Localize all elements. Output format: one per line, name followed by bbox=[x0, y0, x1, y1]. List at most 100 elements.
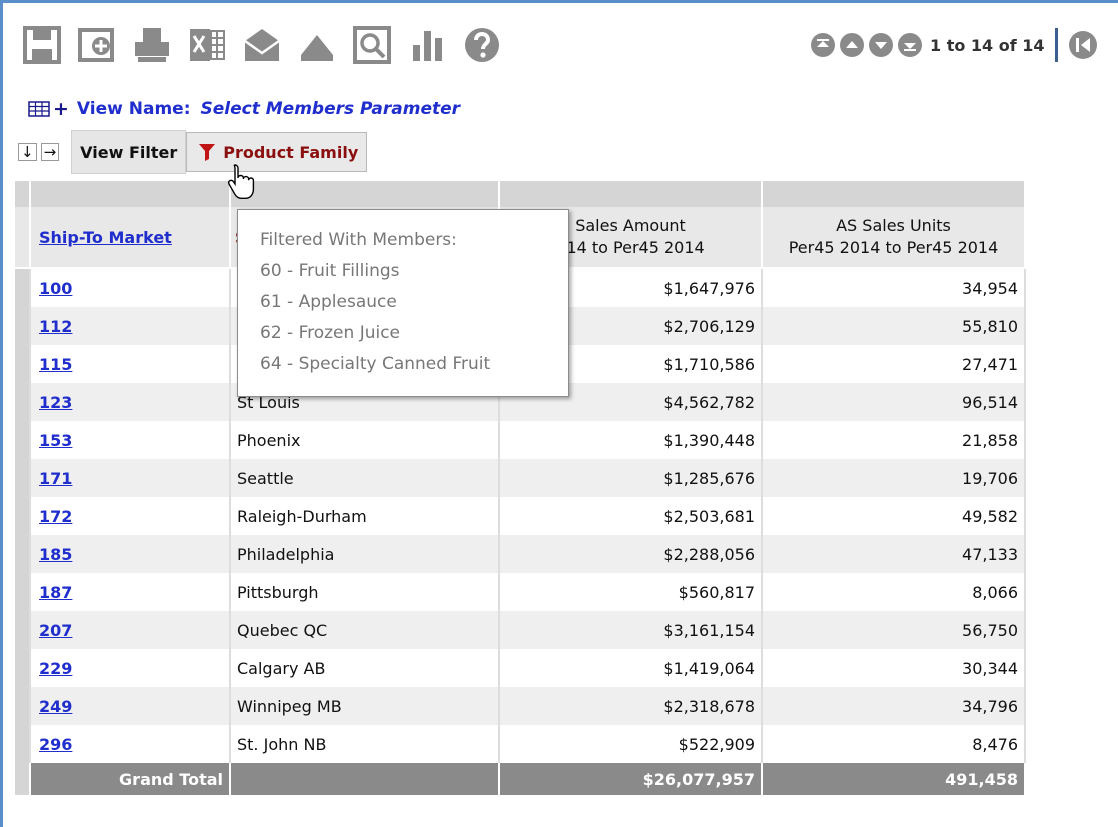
email-icon[interactable] bbox=[240, 24, 284, 66]
save-icon[interactable] bbox=[20, 24, 64, 66]
row-marker bbox=[15, 725, 31, 763]
column-bar-2[interactable] bbox=[230, 181, 500, 207]
tooltip-item: 61 - Applesauce bbox=[260, 292, 397, 312]
help-icon[interactable] bbox=[460, 24, 504, 66]
sales-units-cell: 96,514 bbox=[762, 383, 1026, 421]
sales-units-cell: 30,344 bbox=[762, 649, 1026, 687]
market-code-cell: 229 bbox=[30, 649, 231, 687]
ship-to-market-link[interactable]: Ship-To Market bbox=[39, 228, 172, 247]
sales-amount-cell: $2,288,056 bbox=[499, 535, 763, 573]
market-code-link[interactable]: 112 bbox=[39, 317, 72, 336]
market-code-cell: 153 bbox=[30, 421, 231, 459]
market-code-cell: 100 bbox=[30, 268, 231, 307]
sort-right-arrow-icon[interactable]: → bbox=[40, 143, 60, 161]
last-page-icon[interactable] bbox=[897, 32, 923, 58]
market-name-cell: Seattle bbox=[230, 459, 500, 497]
sort-down-arrow-icon[interactable]: ↓ bbox=[18, 143, 37, 161]
sales-units-cell: 49,582 bbox=[762, 497, 1026, 535]
sales-units-cell: 56,750 bbox=[762, 611, 1026, 649]
table-row: 153 Phoenix $1,390,448 21,858 bbox=[15, 421, 1026, 459]
preview-icon[interactable] bbox=[350, 24, 394, 66]
row-marker bbox=[15, 573, 31, 611]
grid-icon[interactable] bbox=[28, 101, 50, 117]
market-code-link[interactable]: 207 bbox=[39, 621, 72, 640]
view-filter-label: View Filter bbox=[80, 142, 178, 162]
chart-icon[interactable] bbox=[405, 24, 449, 66]
market-code-link[interactable]: 229 bbox=[39, 659, 72, 678]
sort-controls: ↓ → bbox=[18, 143, 63, 161]
table-row: 229 Calgary AB $1,419,064 30,344 bbox=[15, 649, 1026, 687]
add-view-icon[interactable] bbox=[75, 24, 119, 66]
view-filter-box: View Filter bbox=[71, 130, 187, 174]
row-marker bbox=[15, 459, 31, 497]
sales-amount-cell: $522,909 bbox=[499, 725, 763, 763]
tooltip-item: 62 - Frozen Juice bbox=[260, 323, 401, 343]
row-marker bbox=[15, 763, 31, 795]
print-icon[interactable] bbox=[130, 24, 174, 66]
header-sales-units: AS Sales Units Per45 2014 to Per45 2014 bbox=[762, 207, 1026, 269]
market-code-link[interactable]: 115 bbox=[39, 355, 72, 374]
sales-units-cell: 55,810 bbox=[762, 307, 1026, 345]
view-name-value: Select Members Parameter bbox=[200, 99, 461, 119]
market-code-link[interactable]: 172 bbox=[39, 507, 72, 526]
sales-units-cell: 27,471 bbox=[762, 345, 1026, 383]
sales-units-cell: 21,858 bbox=[762, 421, 1026, 459]
sales-amount-cell: $3,161,154 bbox=[499, 611, 763, 649]
market-code-cell: 172 bbox=[30, 497, 231, 535]
export-excel-icon[interactable] bbox=[185, 24, 229, 66]
first-page-icon[interactable] bbox=[810, 32, 836, 58]
sales-amount-cell: $560,817 bbox=[499, 573, 763, 611]
row-marker bbox=[15, 497, 31, 535]
table-row: 187 Pittsburgh $560,817 8,066 bbox=[15, 573, 1026, 611]
row-marker bbox=[15, 383, 31, 421]
market-code-link[interactable]: 187 bbox=[39, 583, 72, 602]
product-family-label: Product Family bbox=[223, 142, 359, 162]
filter-bar: ↓ → View Filter Product Family bbox=[18, 130, 368, 174]
prev-page-icon[interactable] bbox=[839, 32, 865, 58]
row-marker bbox=[15, 535, 31, 573]
table-row: 185 Philadelphia $2,288,056 47,133 bbox=[15, 535, 1026, 573]
sales-units-cell: 34,954 bbox=[762, 268, 1026, 307]
row-marker bbox=[15, 268, 31, 307]
column-bar-1[interactable] bbox=[30, 181, 231, 207]
market-code-cell: 185 bbox=[30, 535, 231, 573]
market-name-cell: Winnipeg MB bbox=[230, 687, 500, 725]
market-code-link[interactable]: 123 bbox=[39, 393, 72, 412]
market-code-link[interactable]: 100 bbox=[39, 279, 72, 298]
market-code-link[interactable]: 296 bbox=[39, 735, 72, 754]
market-code-link[interactable]: 185 bbox=[39, 545, 72, 564]
page-range-text: 1 to 14 of 14 bbox=[930, 35, 1045, 55]
grand-total-amount: $26,077,957 bbox=[499, 763, 763, 795]
row-marker bbox=[15, 611, 31, 649]
table-row: 171 Seattle $1,285,676 19,706 bbox=[15, 459, 1026, 497]
funnel-icon bbox=[199, 144, 216, 161]
row-marker bbox=[15, 421, 31, 459]
sales-units-cell: 8,476 bbox=[762, 725, 1026, 763]
column-bar-4[interactable] bbox=[762, 181, 1026, 207]
home-icon[interactable] bbox=[295, 24, 339, 66]
corner-cell bbox=[15, 181, 31, 207]
market-name-cell: Phoenix bbox=[230, 421, 500, 459]
expand-plus-icon[interactable]: + bbox=[53, 98, 69, 120]
tooltip-title: Filtered With Members: bbox=[260, 230, 457, 250]
product-family-filter-button[interactable]: Product Family bbox=[186, 132, 368, 172]
market-code-link[interactable]: 153 bbox=[39, 431, 72, 450]
sales-amount-cell: $2,318,678 bbox=[499, 687, 763, 725]
toolbar bbox=[20, 22, 515, 68]
sales-amount-cell: $1,390,448 bbox=[499, 421, 763, 459]
pager-divider bbox=[1054, 28, 1058, 62]
market-code-link[interactable]: 171 bbox=[39, 469, 72, 488]
jump-first-icon[interactable] bbox=[1068, 30, 1098, 60]
sales-amount-cell: $1,419,064 bbox=[499, 649, 763, 687]
column-bar-3[interactable] bbox=[499, 181, 763, 207]
next-page-icon[interactable] bbox=[868, 32, 894, 58]
tooltip-item: 64 - Specialty Canned Fruit bbox=[260, 354, 491, 374]
hand-cursor-icon bbox=[227, 164, 255, 199]
row-marker bbox=[15, 687, 31, 725]
sales-units-cell: 34,796 bbox=[762, 687, 1026, 725]
market-code-link[interactable]: 249 bbox=[39, 697, 72, 716]
row-marker bbox=[15, 207, 31, 269]
grand-total-units: 491,458 bbox=[762, 763, 1026, 795]
grand-total-row: Grand Total $26,077,957 491,458 bbox=[15, 763, 1026, 795]
market-name-cell: St. John NB bbox=[230, 725, 500, 763]
